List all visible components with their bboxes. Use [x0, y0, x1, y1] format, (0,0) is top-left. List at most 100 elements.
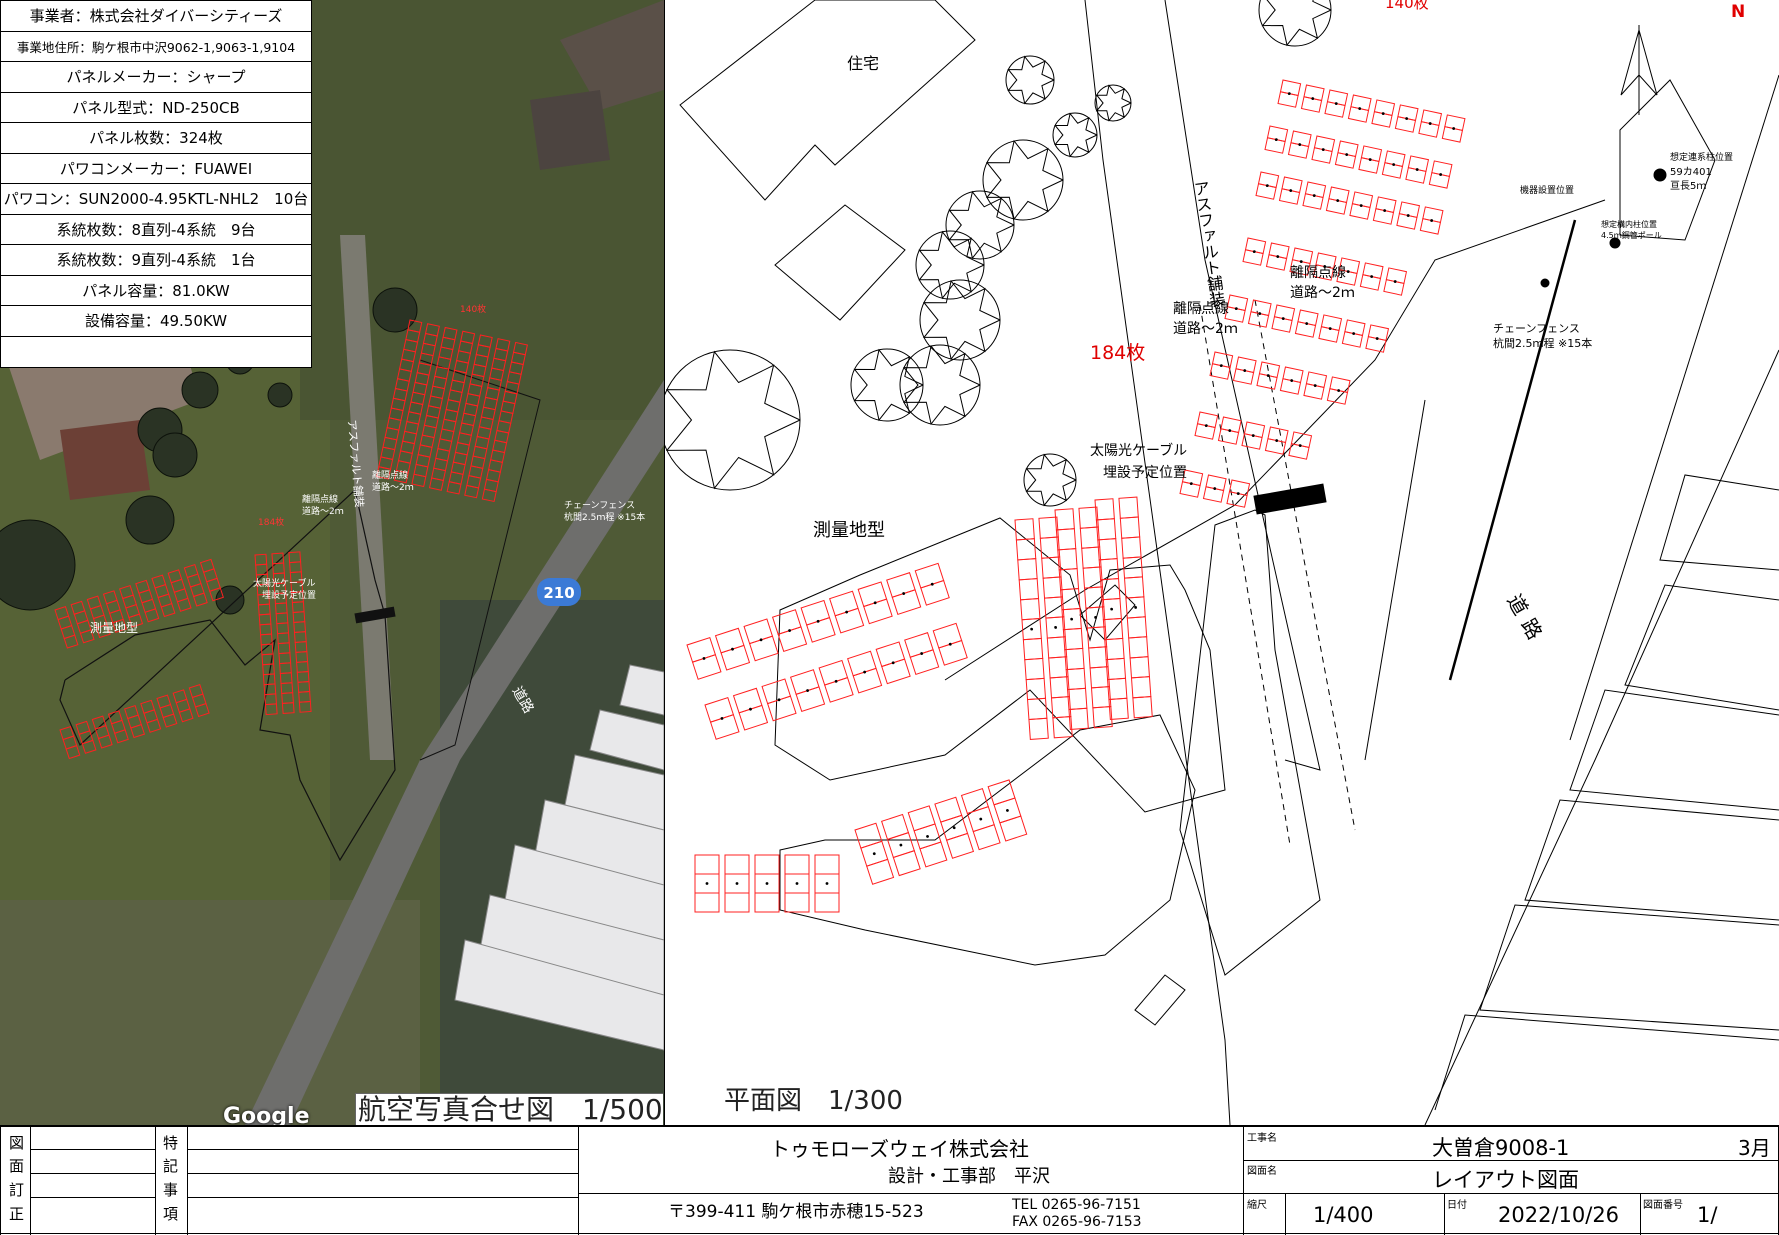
- solar-panel: [1015, 538, 1037, 561]
- solar-panel: [920, 579, 950, 606]
- solar-panel: [806, 616, 836, 643]
- plan-drawing: [665, 0, 1779, 1125]
- field-outlines: [1434, 474, 1779, 1111]
- route-210-text: 210: [543, 584, 574, 602]
- yard-pole-label-2: 4.5ｍ鋼管ポール: [1601, 231, 1662, 240]
- solar-panel: [814, 892, 840, 913]
- solar-panel: [724, 854, 750, 875]
- solar-panel: [854, 822, 883, 849]
- count-184-label: 184枚: [1090, 342, 1146, 364]
- info-strings-8: 系統枚数：8直列-4系統 9台: [0, 213, 312, 245]
- solar-panel: [891, 589, 922, 615]
- grid-pole-icon: [1653, 168, 1667, 182]
- panel-block: [854, 779, 1028, 885]
- tree-icon: [850, 348, 924, 422]
- panel-block: [694, 854, 840, 913]
- solar-panel: [724, 892, 750, 913]
- road-edge-2: [1424, 349, 1779, 1125]
- solar-panel: [829, 590, 859, 617]
- solar-panel: [852, 667, 883, 694]
- count-140-label: 140枚: [1385, 0, 1429, 12]
- revision-char-4: 正: [9, 1205, 25, 1223]
- solar-panel: [824, 676, 854, 703]
- asphalt-lane-left: [1084, 0, 1231, 1125]
- title-block: 図 面 訂 正 特 記 事 項 トゥモローズウェイ株式会社 設計・工事部 平沢 …: [0, 1125, 1779, 1235]
- plan-panel-arrays: [686, 79, 1466, 913]
- solar-panel: [714, 627, 745, 654]
- aerial-setback-1b: 道路～2ｍ: [302, 505, 344, 517]
- number-label: 図面番号: [1643, 1200, 1683, 1211]
- solar-panel: [907, 805, 936, 832]
- solar-panel: [934, 796, 963, 823]
- solar-panel: [932, 622, 963, 649]
- survey-label: 測量地型: [813, 520, 885, 541]
- revision-char-3: 訂: [9, 1181, 25, 1199]
- company-name: トゥモローズウェイ株式会社: [770, 1137, 1029, 1161]
- tree-icon: [919, 279, 1001, 361]
- solar-panel: [743, 618, 774, 645]
- aerial-setback-1: 離隔点線: [302, 493, 338, 505]
- date-value: 2022/10/26: [1498, 1203, 1620, 1227]
- solar-panel: [1018, 578, 1040, 601]
- solar-panel: [999, 815, 1028, 842]
- solar-panel: [1027, 697, 1048, 721]
- tree-symbols: [665, 0, 1332, 507]
- company-tel: TEL 0265-96-7151: [1012, 1197, 1141, 1213]
- pole-label-3: 亘長5ｍ: [1670, 181, 1707, 192]
- info-operator: 事業者：株式会社ダイバーシティーズ: [0, 0, 312, 32]
- solar-panel: [866, 858, 895, 885]
- tree-icon: [1023, 453, 1077, 507]
- tree-icon: [899, 344, 981, 426]
- solar-panel: [766, 695, 797, 722]
- solar-panel: [1022, 637, 1044, 661]
- solar-panel: [1128, 636, 1149, 659]
- solar-panel: [857, 581, 888, 608]
- pcs-location-icon: [1540, 278, 1550, 288]
- tree-icon: [982, 139, 1064, 221]
- drawing-name: レイアウト図面: [1432, 1168, 1579, 1192]
- solar-panel: [748, 635, 779, 662]
- solar-panel: [1126, 616, 1148, 639]
- cable-label-1: 太陽光ケーブル: [1090, 443, 1188, 459]
- north-arrow-icon: [1620, 25, 1658, 115]
- solar-panel: [919, 841, 948, 868]
- panel-block: [1224, 294, 1390, 353]
- drawing-label: 図面名: [1247, 1166, 1277, 1177]
- solar-panel: [863, 598, 893, 625]
- survey-boundary-plan: [774, 517, 1226, 813]
- aerial-setback-2b: 道路～2ｍ: [372, 481, 414, 493]
- solar-panel: [1028, 717, 1049, 740]
- solar-panel: [1020, 598, 1041, 621]
- solar-panel: [972, 824, 1001, 851]
- yard-pole-label-1: 想定構内柱位置: [1601, 220, 1657, 229]
- scale-value: 1/400: [1313, 1203, 1374, 1227]
- solar-panel: [784, 854, 810, 875]
- solar-panel: [694, 854, 720, 875]
- solar-panel: [1024, 657, 1045, 681]
- solar-panel: [946, 832, 975, 859]
- department-name: 設計・工事部 平沢: [888, 1166, 1050, 1187]
- solar-panel: [1017, 558, 1038, 581]
- building-outline: [774, 204, 906, 321]
- solar-panel: [771, 609, 802, 635]
- setback-label-a1: 離隔点線: [1173, 301, 1229, 317]
- company-address: 〒399-411 駒ケ根市赤穂15-523: [668, 1202, 924, 1222]
- aerial-count-184: 184枚: [258, 516, 284, 528]
- info-strings-9: 系統枚数：9直列-4系統 1台: [0, 244, 312, 276]
- panel-block: [1277, 79, 1466, 143]
- north-label: N: [1731, 2, 1746, 22]
- notes-char-3: 事: [163, 1181, 179, 1199]
- solar-panel: [1121, 536, 1142, 559]
- info-address: 事業地住所：駒ケ根市中沢9062-1,9063-1,9104: [0, 30, 312, 62]
- aerial-caption: 航空写真合せ図 1/500: [355, 1093, 663, 1126]
- aerial-cable-label-1: 太陽光ケーブル: [253, 577, 315, 589]
- solar-panel: [875, 641, 906, 668]
- tree-icon: [665, 349, 801, 491]
- solar-panel: [814, 854, 840, 875]
- solar-panel: [1014, 518, 1035, 541]
- solar-panel: [789, 669, 820, 695]
- scale-label: 縮尺: [1247, 1200, 1267, 1211]
- aerial-survey-label: 測量地型: [90, 621, 138, 635]
- plan-drawing-panel: N 住宅 140枚 184枚 アスファルト舗装 離隔点線 道路～2ｍ 離隔点線 …: [665, 0, 1779, 1125]
- solar-panel: [834, 607, 865, 634]
